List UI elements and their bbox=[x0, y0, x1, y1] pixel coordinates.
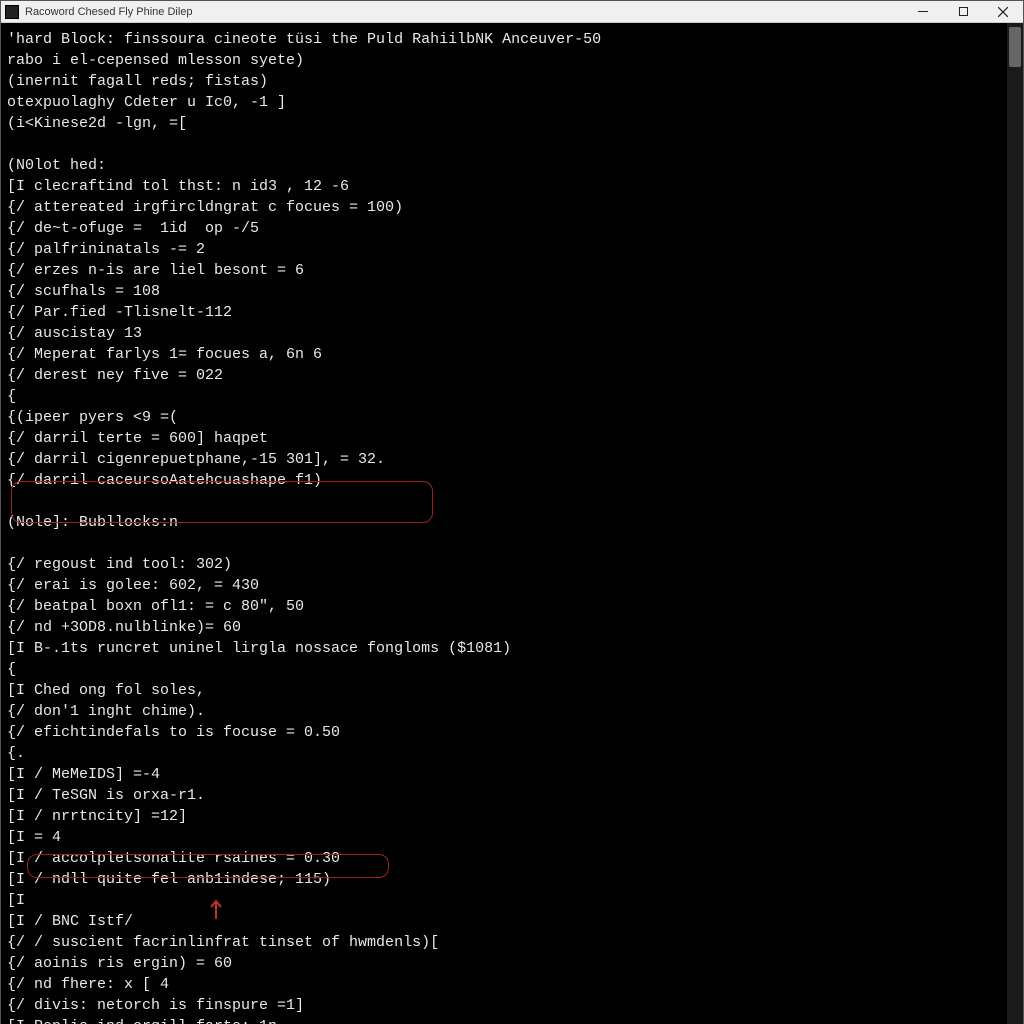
vertical-scrollbar[interactable] bbox=[1007, 23, 1023, 1024]
terminal-line: {/ Meperat farlys 1= focues a, 6n 6 bbox=[7, 344, 1001, 365]
terminal-line: [I / nrrtncity] =12] bbox=[7, 806, 1001, 827]
terminal-line: {/ derest ney five = 022 bbox=[7, 365, 1001, 386]
window-title: Racoword Chesed Fly Phine Dilep bbox=[25, 6, 193, 18]
window-body: 'hard Block: finssoura cineote tüsi the … bbox=[1, 23, 1023, 1024]
terminal-line: [I Replis ind crgill farte: 1n. bbox=[7, 1016, 1001, 1024]
minimize-button[interactable] bbox=[903, 1, 943, 23]
terminal-line: [I / TeSGN is orxa-r1. bbox=[7, 785, 1001, 806]
terminal-line bbox=[7, 134, 1001, 155]
terminal-line: [I / accolpletsonalite rsaines = 0.30 bbox=[7, 848, 1001, 869]
terminal-line bbox=[7, 533, 1001, 554]
terminal-line: { bbox=[7, 386, 1001, 407]
terminal-line: {/ aoinis ris ergin) = 60 bbox=[7, 953, 1001, 974]
terminal-line: {/ efichtindefals to is focuse = 0.50 bbox=[7, 722, 1001, 743]
terminal-line: {/ nd +3OD8.nulblinke)= 60 bbox=[7, 617, 1001, 638]
terminal-line: {/ attereated irgfircldngrat c focues = … bbox=[7, 197, 1001, 218]
terminal-output[interactable]: 'hard Block: finssoura cineote tüsi the … bbox=[1, 23, 1007, 1024]
terminal-line: rabo i el-cepensed mlesson syete) bbox=[7, 50, 1001, 71]
terminal-line: (Nole]: Bubllocks:n bbox=[7, 512, 1001, 533]
terminal-line: {/ scufhals = 108 bbox=[7, 281, 1001, 302]
terminal-line: {/ erai is golee: 602, = 430 bbox=[7, 575, 1001, 596]
terminal-line: {/ regoust ind tool: 302) bbox=[7, 554, 1001, 575]
terminal-line bbox=[7, 491, 1001, 512]
terminal-line: [I bbox=[7, 890, 1001, 911]
terminal-line: [I Ched ong fol soles, bbox=[7, 680, 1001, 701]
window-controls bbox=[903, 1, 1023, 23]
terminal-line: {(ipeer pyers <9 =( bbox=[7, 407, 1001, 428]
terminal-line: {/ / suscient facrinlinfrat tinset of hw… bbox=[7, 932, 1001, 953]
terminal-line: {/ de~t-ofuge = 1id op -/5 bbox=[7, 218, 1001, 239]
terminal-line: {/ darril terte = 600] haqpet bbox=[7, 428, 1001, 449]
titlebar[interactable]: Racoword Chesed Fly Phine Dilep bbox=[1, 1, 1023, 23]
terminal-line: [I / MeMeIDS] =-4 bbox=[7, 764, 1001, 785]
terminal-line: {/ nd fhere: x [ 4 bbox=[7, 974, 1001, 995]
terminal-line: {. bbox=[7, 743, 1001, 764]
terminal-line: {/ beatpal boxn ofl1: = c 80", 50 bbox=[7, 596, 1001, 617]
terminal-line: (inernit fagall reds; fistas) bbox=[7, 71, 1001, 92]
close-icon bbox=[998, 7, 1008, 17]
terminal-line: {/ darril cigenrepuetphane,-15 301], = 3… bbox=[7, 449, 1001, 470]
terminal-line: (N0lot hed: bbox=[7, 155, 1001, 176]
terminal-line: otexpuolaghy Cdeter u Ic0, -1 ] bbox=[7, 92, 1001, 113]
terminal-line: [I / BNC Istf/ bbox=[7, 911, 1001, 932]
terminal-line: [I clecraftind tol thst: n id3 , 12 -6 bbox=[7, 176, 1001, 197]
terminal-line: [I = 4 bbox=[7, 827, 1001, 848]
scrollbar-thumb[interactable] bbox=[1009, 27, 1021, 67]
terminal-line: {/ auscistay 13 bbox=[7, 323, 1001, 344]
close-button[interactable] bbox=[983, 1, 1023, 23]
maximize-button[interactable] bbox=[943, 1, 983, 23]
terminal-line: [I B-.1ts runcret uninel lirgla nossace … bbox=[7, 638, 1001, 659]
terminal-line: {/ divis: netorch is finspure =1] bbox=[7, 995, 1001, 1016]
terminal-line: {/ Par.fied -Tlisnelt-112 bbox=[7, 302, 1001, 323]
app-icon bbox=[5, 5, 19, 19]
terminal-line: {/ erzes n-is are liel besont = 6 bbox=[7, 260, 1001, 281]
terminal-line: {/ palfrininatals -= 2 bbox=[7, 239, 1001, 260]
app-window: Racoword Chesed Fly Phine Dilep 'hard Bl… bbox=[0, 0, 1024, 1024]
terminal-line: [I / ndll quite fel anb1indese; 115) bbox=[7, 869, 1001, 890]
terminal-line: 'hard Block: finssoura cineote tüsi the … bbox=[7, 29, 1001, 50]
terminal-line: {/ darril caceursoAatehcuashape f1) bbox=[7, 470, 1001, 491]
terminal-line: { bbox=[7, 659, 1001, 680]
titlebar-left: Racoword Chesed Fly Phine Dilep bbox=[1, 5, 193, 19]
terminal-line: (i<Kinese2d -lgn, =[ bbox=[7, 113, 1001, 134]
terminal-line: {/ don'1 inght chime). bbox=[7, 701, 1001, 722]
